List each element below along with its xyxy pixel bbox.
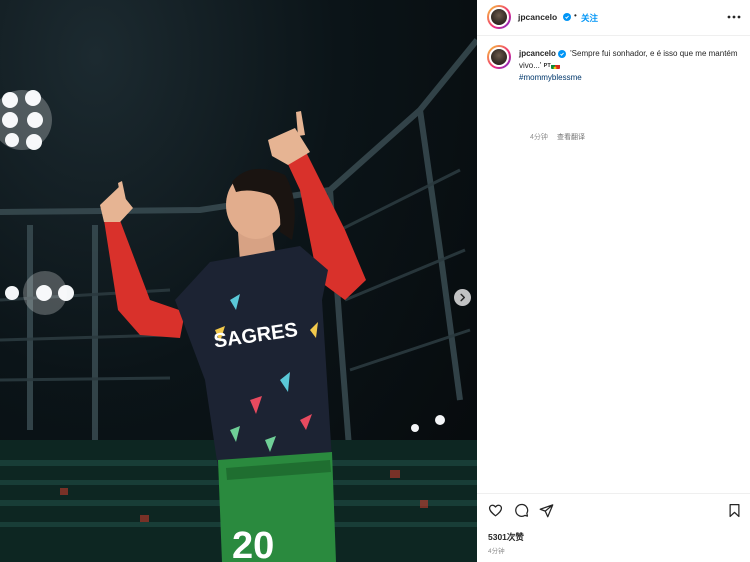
portugal-flag-icon xyxy=(550,63,560,69)
post-header: jpcancelo • 关注 xyxy=(477,0,750,36)
share-icon[interactable] xyxy=(539,503,554,518)
verified-badge-icon xyxy=(563,13,571,21)
next-photo-button[interactable] xyxy=(454,289,471,306)
post-side-panel: jpcancelo • 关注 jpcancelo 'Sempre fui son… xyxy=(477,0,750,562)
see-translation-link[interactable]: 查看翻译 xyxy=(557,132,585,142)
likes-count[interactable]: 5301次赞 xyxy=(488,531,524,543)
shorts-number-text: 20 xyxy=(232,525,274,562)
language-badge: PT xyxy=(543,63,551,69)
caption-meta: 4分钟 查看翻译 xyxy=(530,132,585,142)
follow-button[interactable]: 关注 xyxy=(581,12,598,24)
verified-badge-icon xyxy=(557,49,566,58)
chevron-right-icon xyxy=(460,293,466,302)
bookmark-icon[interactable] xyxy=(727,503,742,518)
more-options-icon[interactable] xyxy=(727,12,741,22)
hashtag-link[interactable]: #mommyblessme xyxy=(519,72,744,84)
post-image: SAGRES 20 xyxy=(0,38,477,562)
separator-dot: • xyxy=(574,11,577,20)
post-photo[interactable]: SAGRES 20 xyxy=(0,0,477,562)
caption-avatar[interactable] xyxy=(487,45,511,69)
caption-age: 4分钟 xyxy=(530,134,548,141)
post-actions: 5301次赞 4分钟 xyxy=(477,493,750,562)
heart-icon[interactable] xyxy=(488,503,503,518)
caption-body: jpcancelo 'Sempre fui sonhador, e é isso… xyxy=(519,48,744,84)
header-username[interactable]: jpcancelo xyxy=(518,12,557,22)
avatar[interactable] xyxy=(487,5,511,29)
post-time: 4分钟 xyxy=(488,548,505,555)
comment-icon[interactable] xyxy=(514,503,529,518)
caption-username[interactable]: jpcancelo xyxy=(519,49,556,58)
